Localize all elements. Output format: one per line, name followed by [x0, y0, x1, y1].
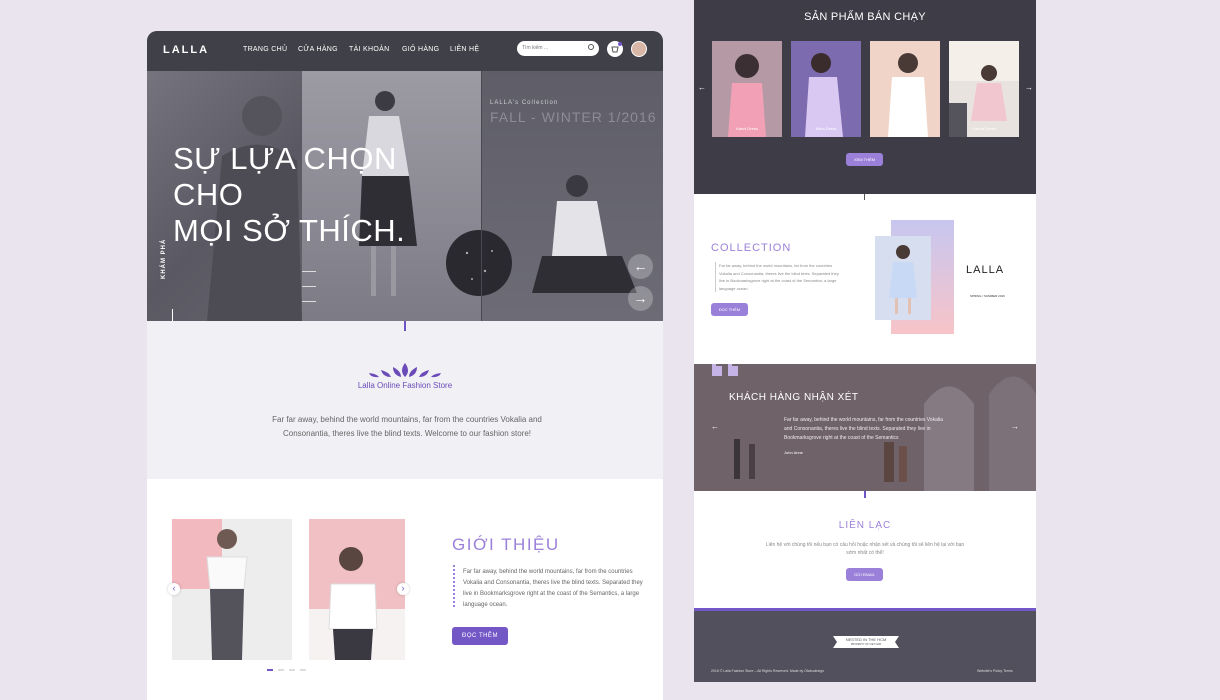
- bestsellers-title: SẢN PHẨM BÁN CHẠY: [804, 11, 926, 23]
- product-card[interactable]: Karma Dress: [949, 41, 1019, 137]
- about-title: GIỚI THIỆU: [452, 535, 560, 554]
- product-card[interactable]: Mirra Dress: [791, 41, 861, 137]
- user-avatar[interactable]: [631, 41, 647, 57]
- search-placeholder: Tìm kiếm ...: [522, 45, 549, 51]
- nav-item-contact[interactable]: LIÊN HỆ: [450, 46, 479, 53]
- product-name[interactable]: Mirra Dress: [791, 126, 861, 131]
- about-prev-arrow-icon[interactable]: ‹: [168, 583, 180, 595]
- bestsellers-next-arrow-icon[interactable]: →: [1025, 83, 1033, 92]
- footer-copyright: 2016 © Lalla Fashion Store – All Rights …: [711, 669, 824, 673]
- section-divider-tick: [864, 194, 865, 200]
- product-name[interactable]: Karma Dress: [949, 126, 1019, 131]
- cart-icon[interactable]: [607, 41, 623, 57]
- footer-badge-sub: PROPERTY OF VIET NAM: [850, 643, 882, 646]
- collection-read-more-button[interactable]: ĐỌC THÊM: [711, 303, 748, 316]
- nav-item-home[interactable]: TRANG CHỦ: [243, 46, 287, 53]
- product-card[interactable]: Kanni Dress: [712, 41, 782, 137]
- send-email-button[interactable]: GỬI EMAIL: [846, 568, 883, 581]
- bestsellers-section: SẢN PHẨM BÁN CHẠY ← → Kanni Dress Mirra …: [694, 0, 1036, 194]
- store-brand-name: Lalla Online Fashion Store: [357, 381, 453, 390]
- top-navigation-bar: LALLA TRANG CHỦ CỬA HÀNG TÀI KHOẢN GIỎ H…: [147, 31, 663, 71]
- product-name[interactable]: Kenit Dress: [870, 126, 940, 131]
- reviews-next-arrow-icon[interactable]: →: [1011, 422, 1019, 431]
- contact-section: LIÊN LẠC Liên hệ với chúng tôi nếu bạn c…: [694, 491, 1036, 608]
- carousel-dot[interactable]: [278, 669, 284, 671]
- footer-badge: NESTED IN THE HCM PROPERTY OF VIET NAM: [831, 628, 901, 650]
- section-divider-tick: [404, 321, 406, 331]
- lotus-logo-icon: [369, 363, 441, 378]
- search-icon[interactable]: [588, 44, 594, 50]
- nav-item-cart[interactable]: GIỎ HÀNG: [402, 46, 439, 53]
- homepage-mockup-left: LALLA TRANG CHỦ CỬA HÀNG TÀI KHOẢN GIỎ H…: [147, 31, 663, 700]
- read-more-button[interactable]: ĐỌC THÊM: [452, 627, 508, 645]
- contact-title: LIÊN LẠC: [838, 520, 892, 531]
- intro-section: Lalla Online Fashion Store Far far away,…: [147, 321, 663, 479]
- view-more-button[interactable]: XEM THÊM: [846, 153, 883, 166]
- collection-subtitle: LALLA's Collection: [490, 100, 559, 106]
- about-section: ‹ › GIỚI THIỆU Far far away, behind the …: [147, 479, 663, 700]
- footer-badge-text: NESTED IN THE HCM: [845, 637, 887, 642]
- intro-text: Far far away, behind the world mountains…: [272, 415, 542, 438]
- nav-item-account[interactable]: TÀI KHOẢN: [349, 46, 389, 53]
- carousel-dot-active[interactable]: [267, 669, 273, 671]
- footer-accent-line: [694, 608, 1036, 611]
- nav-item-shop[interactable]: CỬA HÀNG: [298, 46, 338, 53]
- collection-section: COLLECTION Far far away, behind the worl…: [694, 194, 1036, 364]
- hero-next-arrow-icon[interactable]: →: [628, 286, 653, 311]
- hero-section: LALLA TRANG CHỦ CỬA HÀNG TÀI KHOẢN GIỎ H…: [147, 31, 663, 321]
- review-author: John Anne: [784, 450, 803, 455]
- about-photo-2: [309, 519, 405, 660]
- search-field[interactable]: Tìm kiếm ...: [517, 41, 599, 56]
- section-divider-tick: [864, 491, 866, 498]
- product-name[interactable]: Kanni Dress: [712, 126, 782, 131]
- hero-prev-arrow-icon[interactable]: ←: [628, 254, 653, 279]
- reviews-title: KHÁCH HÀNG NHẬN XÉT: [729, 392, 859, 403]
- homepage-mockup-right: SẢN PHẨM BÁN CHẠY ← → Kanni Dress Mirra …: [694, 0, 1036, 682]
- reviews-prev-arrow-icon[interactable]: ←: [711, 422, 719, 431]
- reviews-section: KHÁCH HÀNG NHẬN XÉT ← → Far far away, be…: [694, 364, 1036, 491]
- review-text: Far far away, behind the world mountains…: [784, 417, 943, 441]
- about-next-arrow-icon[interactable]: ›: [397, 583, 409, 595]
- footer-policy-link[interactable]: Website's Policy Terms: [977, 669, 1013, 673]
- collection-text-bar: [715, 262, 716, 292]
- about-text: Far far away, behind the world mountains…: [463, 569, 643, 608]
- about-photo-1: [172, 519, 292, 660]
- carousel-dot[interactable]: [289, 669, 295, 671]
- explore-vertical-link[interactable]: KHÁM PHÁ: [161, 239, 167, 279]
- carousel-dot[interactable]: [300, 669, 306, 671]
- collection-text: Far far away, behind the world mountains…: [719, 263, 839, 291]
- footer: NESTED IN THE HCM PROPERTY OF VIET NAM 2…: [694, 608, 1036, 682]
- collection-brand-season: SPRING / SUMMER 2016: [970, 294, 1005, 298]
- contact-text: Liên hệ với chúng tôi nếu bạn có câu hỏi…: [765, 542, 965, 556]
- about-dotted-bar: [453, 565, 455, 609]
- bestsellers-prev-arrow-icon[interactable]: ←: [698, 83, 706, 92]
- explore-line: [172, 309, 173, 321]
- brand-logo[interactable]: LALLA: [163, 44, 209, 56]
- product-card[interactable]: Kenit Dress: [870, 41, 940, 137]
- collection-title: COLLECTION: [711, 242, 792, 254]
- collection-season-title: FALL - WINTER 1/2016: [490, 109, 657, 125]
- collection-photo: [875, 236, 931, 320]
- collection-brand-logo: LALLA: [966, 264, 1005, 276]
- quote-icon: [712, 364, 738, 376]
- hero-headline: SỰ LỰA CHỌN CHO MỌI SỞ THÍCH.: [173, 141, 406, 248]
